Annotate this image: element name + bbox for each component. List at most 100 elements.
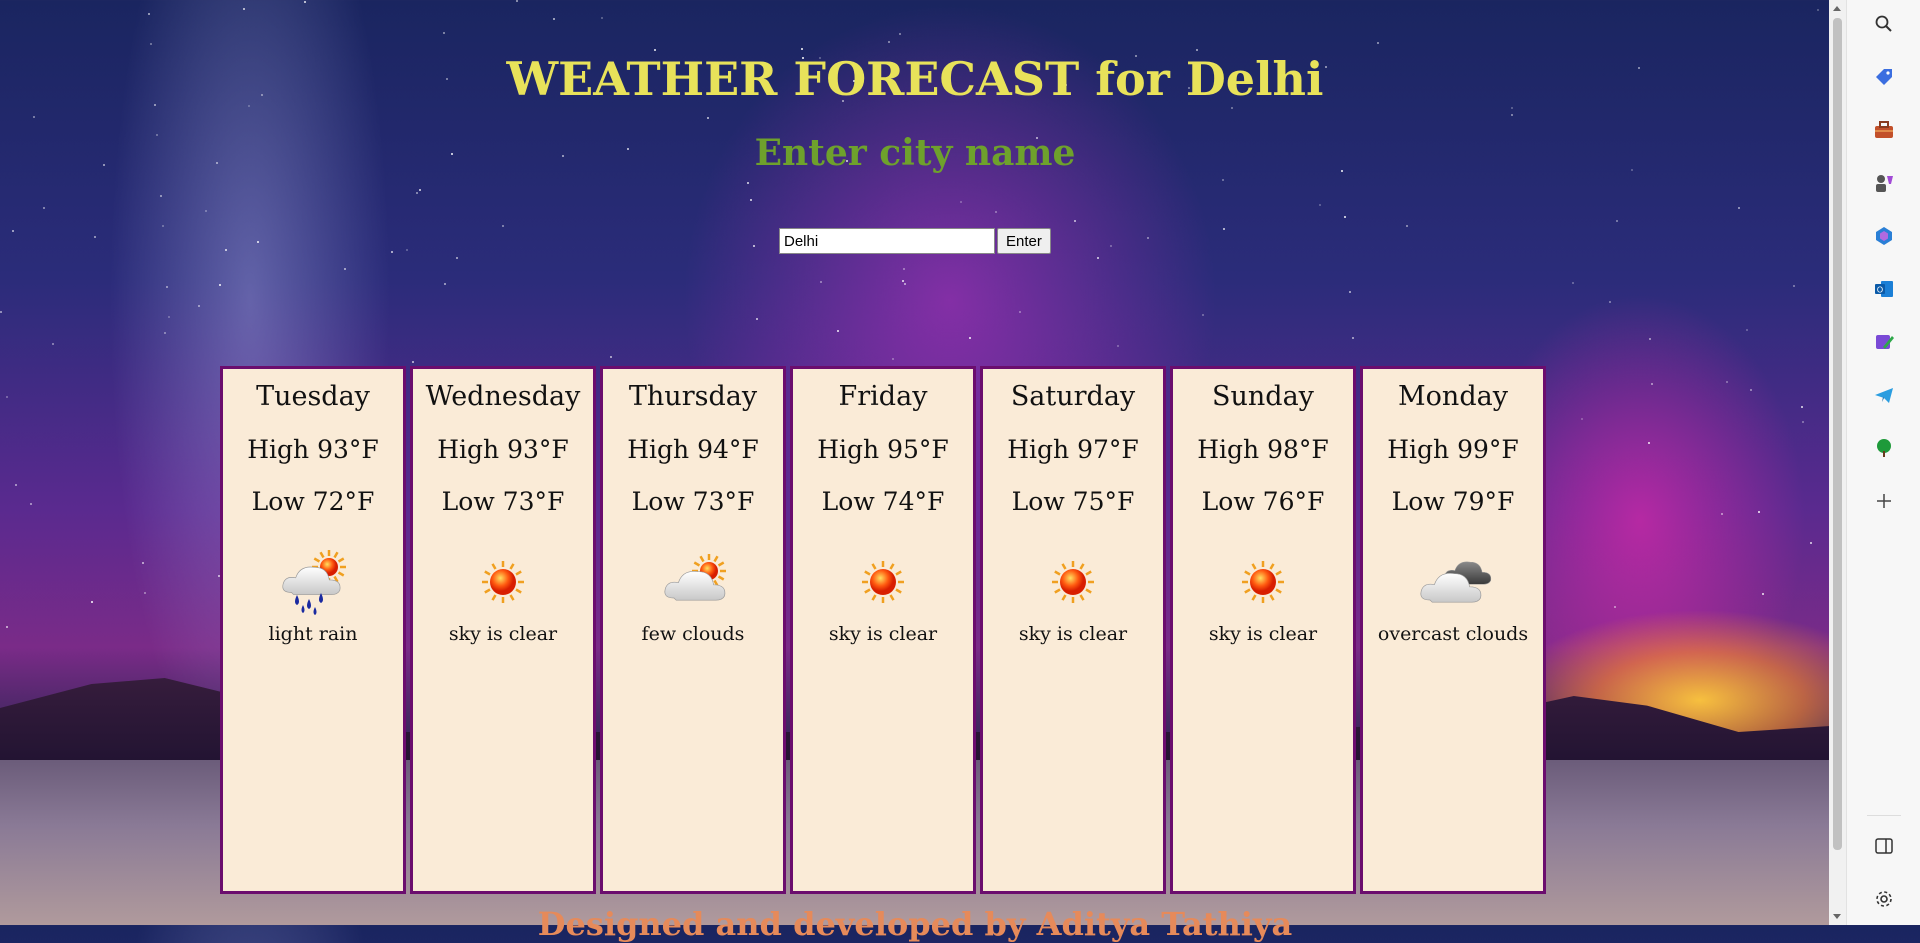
overcast-icon: [1363, 547, 1543, 617]
low-temp: Low 73°F: [441, 487, 565, 517]
star: [257, 241, 259, 243]
star: [1223, 228, 1225, 230]
day-name: Saturday: [1010, 381, 1136, 412]
star: [995, 211, 997, 213]
star: [1651, 383, 1653, 385]
star: [150, 43, 152, 45]
tree-icon[interactable]: [1869, 433, 1899, 463]
settings-icon[interactable]: [1869, 884, 1899, 914]
star: [344, 268, 346, 270]
weather-description: sky is clear: [1018, 623, 1128, 646]
star: [243, 8, 245, 10]
scroll-thumb[interactable]: [1833, 18, 1842, 850]
star: [1572, 282, 1574, 284]
high-temp: High 93°F: [437, 435, 569, 465]
weather-description: overcast clouds: [1377, 623, 1529, 646]
scroll-up-arrow[interactable]: [1833, 6, 1841, 11]
forecast-card: Friday High 95°F Low 74°F sky is clear: [790, 366, 976, 894]
low-temp: Low 75°F: [1011, 487, 1135, 517]
star: [892, 358, 894, 360]
star: [1817, 9, 1819, 11]
high-temp: High 95°F: [817, 435, 949, 465]
split-view-icon[interactable]: [1869, 831, 1899, 861]
weather-description: sky is clear: [828, 623, 938, 646]
telegram-icon[interactable]: [1869, 380, 1899, 410]
star: [502, 225, 504, 227]
page-title: WEATHER FORECAST for Delhi: [506, 52, 1324, 106]
search-form: Enter: [779, 228, 1051, 254]
star: [899, 33, 901, 35]
low-temp: Low 76°F: [1201, 487, 1325, 517]
star: [837, 330, 839, 332]
star: [756, 318, 758, 320]
star: [1616, 220, 1618, 222]
star: [516, 0, 518, 2]
star: [1231, 107, 1233, 109]
star: [1802, 421, 1804, 423]
star: [801, 48, 803, 50]
star: [0, 311, 2, 313]
star: [1581, 418, 1583, 420]
scroll-down-arrow[interactable]: [1833, 914, 1841, 919]
forecast-card: Thursday High 94°F Low 73°F few clouds: [600, 366, 786, 894]
forecast-row: Tuesday High 93°F Low 72°F light rain We…: [220, 366, 1546, 894]
star: [162, 225, 164, 227]
star: [444, 283, 446, 285]
star: [1196, 49, 1198, 51]
add-icon[interactable]: [1869, 486, 1899, 516]
weather-description: light rain: [268, 623, 358, 646]
day-name: Thursday: [628, 381, 758, 412]
search-icon[interactable]: [1869, 9, 1899, 39]
star: [1801, 406, 1803, 408]
forecast-card: Saturday High 97°F Low 75°F sky is clear: [980, 366, 1166, 894]
star: [15, 484, 17, 486]
star: [1511, 114, 1513, 116]
low-temp: Low 72°F: [251, 487, 375, 517]
star: [148, 13, 150, 15]
star: [969, 337, 971, 339]
star: [1810, 542, 1812, 544]
star: [456, 257, 458, 259]
star: [168, 316, 170, 318]
star: [654, 49, 656, 51]
star: [747, 182, 749, 184]
star: [33, 116, 35, 118]
star: [1110, 245, 1112, 247]
star: [419, 189, 421, 191]
star: [443, 32, 445, 34]
forecast-card: Sunday High 98°F Low 76°F sky is clear: [1170, 366, 1356, 894]
star: [903, 268, 905, 270]
star: [1762, 593, 1764, 595]
outlook-icon[interactable]: O: [1869, 274, 1899, 304]
star: [1648, 442, 1650, 444]
star: [30, 503, 32, 505]
designer-icon[interactable]: [1869, 327, 1899, 357]
copilot-icon[interactable]: [1869, 221, 1899, 251]
low-temp: Low 73°F: [631, 487, 755, 517]
star: [12, 230, 14, 232]
svg-text:O: O: [1877, 286, 1883, 295]
star: [1377, 42, 1379, 44]
star: [6, 396, 8, 398]
star: [1721, 513, 1723, 515]
star: [1406, 225, 1408, 227]
star: [1511, 107, 1513, 109]
star: [1614, 606, 1616, 608]
page-scrollbar[interactable]: [1829, 0, 1846, 925]
games-icon[interactable]: [1869, 168, 1899, 198]
star: [888, 41, 890, 43]
city-input[interactable]: [779, 228, 995, 254]
star: [1202, 314, 1204, 316]
sun-icon: [413, 547, 593, 617]
rain-sun-icon: [223, 547, 403, 617]
tag-icon[interactable]: [1869, 62, 1899, 92]
briefcase-icon[interactable]: [1869, 115, 1899, 145]
high-temp: High 94°F: [627, 435, 759, 465]
enter-button[interactable]: Enter: [997, 228, 1051, 254]
high-temp: High 97°F: [1007, 435, 1139, 465]
cloud-sun-icon: [603, 547, 783, 617]
star: [902, 280, 904, 282]
forecast-card: Wednesday High 93°F Low 73°F sky is clea…: [410, 366, 596, 894]
star: [553, 18, 555, 20]
star: [166, 286, 168, 288]
